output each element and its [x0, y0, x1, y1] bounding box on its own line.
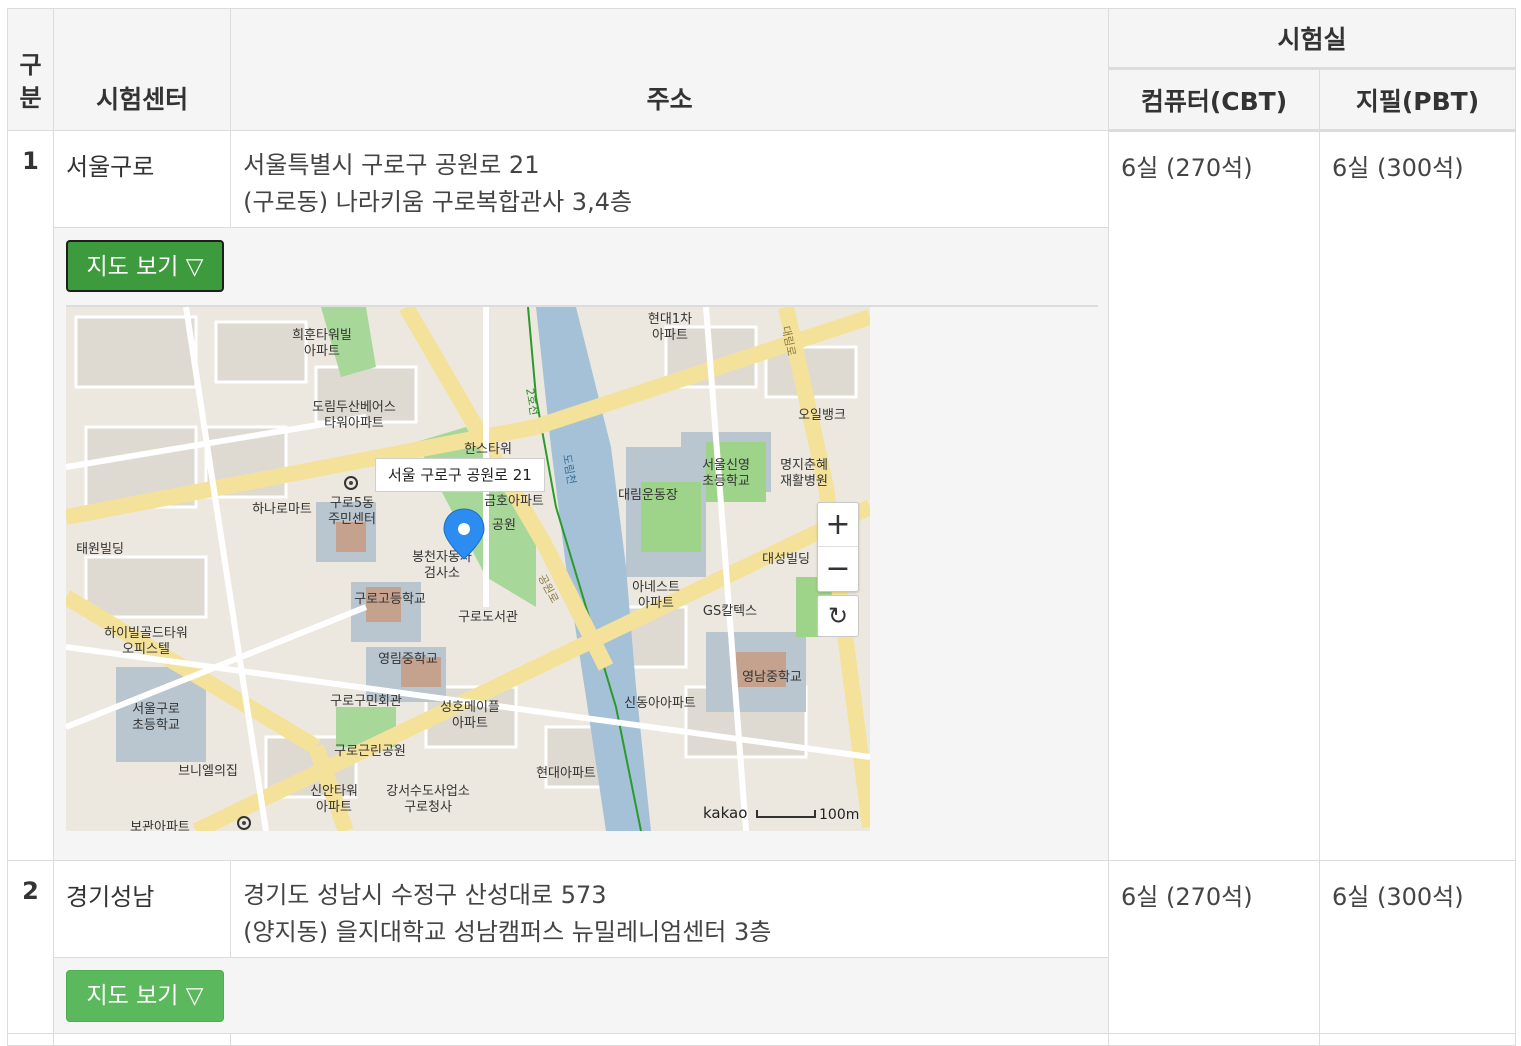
map-label: 주민센터: [328, 512, 376, 527]
map-canvas: 희훈타워빌 아파트 도림두산베어스 타워아파트 한스타워 구로5동 주민센터 하…: [66, 307, 870, 831]
map-label: 구로청사: [404, 800, 452, 815]
map-label: 구로구민회관: [330, 694, 402, 709]
header-cbt: 컴퓨터(CBT): [1108, 68, 1320, 132]
refresh-icon[interactable]: ↻: [817, 595, 859, 637]
map-scale-label: 100m: [819, 807, 860, 823]
map-label: 아파트: [304, 344, 340, 359]
table-row: 2 경기성남 경기도 성남시 수정구 산성대로 573 (양지동) 을지대학교 …: [7, 860, 1516, 1034]
address-line2: (양지동) 을지대학교 성남캠퍼스 뉴밀레니엄센터 3층: [243, 918, 772, 946]
map-label: 도림두산베어스: [312, 400, 396, 415]
map-label: 한스타워: [464, 442, 512, 457]
pbt-rooms: 6실 (300석): [1319, 130, 1516, 861]
map-label: 태원빌딩: [76, 542, 124, 557]
map-label: 신안타워: [310, 784, 358, 799]
exam-center-table: 구분 시험센터 주소 시험실 컴퓨터(CBT) 지필(PBT) 1 서울구로 서…: [7, 8, 1516, 1046]
map-toggle-button[interactable]: 지도 보기 ▽: [66, 240, 224, 292]
map-toggle-button[interactable]: 지도 보기 ▽: [66, 970, 224, 1022]
map-label: 브니엘의집: [178, 764, 238, 779]
map-label: 초등학교: [702, 474, 750, 489]
map-panel: 지도 보기 ▽: [53, 957, 1109, 1034]
cbt-rooms: 6실 (270석): [1108, 860, 1320, 1034]
zoom-control: + −: [817, 502, 859, 592]
header-rooms: 시험실: [1108, 8, 1516, 69]
map-label: 아네스트: [632, 580, 680, 595]
map-label: 현대1차: [648, 312, 692, 327]
cbt-rooms: 6실 (270석): [1108, 130, 1320, 861]
pbt-rooms: 6실 (300석): [1319, 860, 1516, 1034]
map-label: 신동아아파트: [624, 696, 696, 711]
header-pbt: 지필(PBT): [1319, 68, 1516, 132]
map-label: 공원: [492, 518, 516, 533]
map-label: 하나로마트: [252, 502, 312, 517]
header-center: 시험센터: [52, 8, 232, 131]
map-label: 대성빌딩: [762, 552, 810, 567]
center-address: 서울특별시 구로구 공원로 21 (구로동) 나라키움 구로복합관사 3,4층: [230, 130, 1109, 228]
map-label: 명지춘혜: [780, 458, 828, 473]
zoom-in-button[interactable]: +: [818, 503, 858, 546]
map-label: 서울구로: [132, 702, 180, 717]
center-name: 경기성남: [52, 860, 232, 958]
map-label: 구로근린공원: [334, 744, 406, 759]
map-label: 성호메이플: [440, 700, 500, 715]
map-label: 오일뱅크: [798, 408, 846, 423]
address-line2: (구로동) 나라키움 구로복합관사 3,4층: [243, 188, 633, 216]
map-label: 보관아파트: [130, 820, 190, 831]
map-label: 재활병원: [780, 474, 828, 489]
center-name: 서울구로: [52, 130, 232, 228]
address-line1: 경기도 성남시 수정구 산성대로 573: [243, 881, 607, 909]
row-number: 1: [7, 130, 54, 861]
map-label: 타워아파트: [324, 416, 384, 431]
map-label: 영남중학교: [742, 670, 802, 685]
header-address: 주소: [230, 8, 1109, 131]
map-label: 초등학교: [132, 718, 180, 733]
zoom-out-button[interactable]: −: [818, 547, 858, 590]
map-panel: 지도 보기 ▽: [53, 227, 1109, 861]
map-label: 현대아파트: [536, 766, 596, 781]
map-label: 영림중학교: [378, 652, 438, 667]
table-row: 1 서울구로 서울특별시 구로구 공원로 21 (구로동) 나라키움 구로복합관…: [7, 130, 1516, 861]
center-address: 경기도 성남시 수정구 산성대로 573 (양지동) 을지대학교 성남캠퍼스 뉴…: [230, 860, 1109, 958]
map-label: 강서수도사업소: [386, 784, 470, 799]
map-label: 아파트: [316, 800, 352, 815]
map-label: GS칼텍스: [703, 604, 757, 619]
map-brand-logo: kakao: [703, 804, 748, 822]
map-label: 서울신영: [702, 458, 750, 473]
map-label: 하이빌골드타워: [104, 626, 188, 641]
map-label: 오피스텔: [122, 642, 170, 657]
map-label: 구로도서관: [458, 610, 518, 625]
map-label: 금호아파트: [484, 494, 544, 509]
map-label: 검사소: [424, 566, 460, 581]
map-label: 구로고등학교: [354, 592, 426, 607]
row-number: 2: [7, 860, 54, 1034]
map-label: 아파트: [452, 716, 488, 731]
header-gubun: 구분: [7, 8, 54, 131]
map-label: 아파트: [638, 596, 674, 611]
address-line1: 서울특별시 구로구 공원로 21: [243, 151, 540, 179]
map-label: 희훈타워빌: [292, 328, 352, 343]
map-label: 아파트: [652, 328, 688, 343]
map-view[interactable]: 희훈타워빌 아파트 도림두산베어스 타워아파트 한스타워 구로5동 주민센터 하…: [66, 307, 870, 831]
map-scale-bar: [756, 810, 816, 818]
map-label: 대림운동장: [618, 488, 678, 503]
map-label: 구로5동: [330, 496, 374, 511]
marker-info-bubble: 서울 구로구 공원로 21: [375, 458, 545, 492]
